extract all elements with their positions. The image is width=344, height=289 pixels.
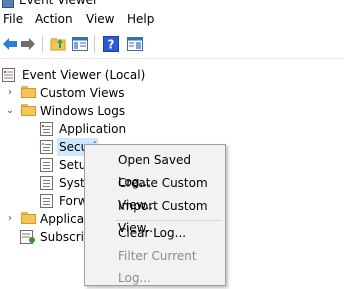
menu-action[interactable]: Action (35, 11, 73, 27)
chevron-right-icon[interactable]: › (4, 84, 16, 102)
toolbar-separator (42, 35, 43, 53)
tree-node-applications-and-services-logs[interactable]: › Applicat (4, 210, 89, 228)
forward-arrow-icon[interactable] (20, 36, 36, 52)
log-icon (40, 158, 53, 172)
toolbar-separator (94, 35, 95, 53)
menu-separator (115, 220, 221, 221)
tree-node-windows-logs[interactable]: ⌄ Windows Logs (4, 102, 204, 120)
tree-label: Setu (59, 158, 87, 172)
window-title: Event Viewer (19, 0, 98, 7)
tree-node-event-viewer-local[interactable]: Event Viewer (Local) (2, 66, 202, 84)
menu-bar: File Action View Help (0, 9, 344, 29)
log-icon (40, 122, 53, 136)
menu-item-filter-current-log[interactable]: Filter Current Log... (85, 245, 225, 285)
back-arrow-icon[interactable] (2, 36, 18, 52)
tree-label: Applicat (40, 212, 89, 226)
menu-help[interactable]: Help (127, 11, 154, 27)
up-folder-icon[interactable] (50, 36, 66, 52)
properties-icon[interactable] (127, 36, 143, 52)
menu-view[interactable]: View (86, 11, 114, 27)
chevron-down-icon[interactable]: ⌄ (4, 102, 16, 120)
tree-label: Application (59, 122, 127, 136)
log-icon (40, 140, 53, 154)
folder-icon (21, 104, 37, 116)
menu-item-clear-log[interactable]: Clear Log... (85, 222, 225, 244)
tree-label: Windows Logs (40, 104, 126, 118)
menu-file[interactable]: File (3, 11, 23, 27)
tree-node-setup[interactable]: Setu (38, 156, 88, 174)
tree-node-forwarded-events[interactable]: Forw (38, 192, 88, 210)
tree-label: Subscriptions (40, 230, 84, 244)
event-viewer-icon (2, 68, 18, 82)
tree-label: Event Viewer (Local) (22, 68, 146, 82)
subscriptions-icon (20, 230, 36, 244)
menu-item-import-custom-view[interactable]: Import Custom View... (85, 195, 225, 235)
tree-node-system[interactable]: Syste (38, 174, 92, 192)
menu-item-create-custom-view[interactable]: Create Custom View... (85, 172, 225, 212)
event-viewer-app-icon (2, 0, 14, 8)
svg-text:?: ? (108, 38, 115, 52)
tree-label: Custom Views (40, 86, 125, 100)
title-bar: Event Viewer (0, 0, 344, 8)
tree-node-application[interactable]: Application (38, 120, 188, 138)
show-hide-tree-icon[interactable] (72, 36, 88, 52)
log-icon (40, 194, 53, 208)
menu-item-open-saved-log[interactable]: Open Saved Log... (85, 149, 225, 189)
context-menu: Open Saved Log... Create Custom View... … (84, 144, 226, 286)
folder-icon (21, 212, 37, 224)
toolbar: ? (0, 30, 344, 59)
help-icon[interactable]: ? (103, 36, 119, 52)
folder-icon (21, 86, 37, 98)
chevron-right-icon[interactable]: › (4, 210, 16, 228)
log-icon (40, 176, 53, 190)
tree-node-subscriptions[interactable]: Subscriptions (20, 228, 84, 246)
tree-node-custom-views[interactable]: › Custom Views (4, 84, 204, 102)
